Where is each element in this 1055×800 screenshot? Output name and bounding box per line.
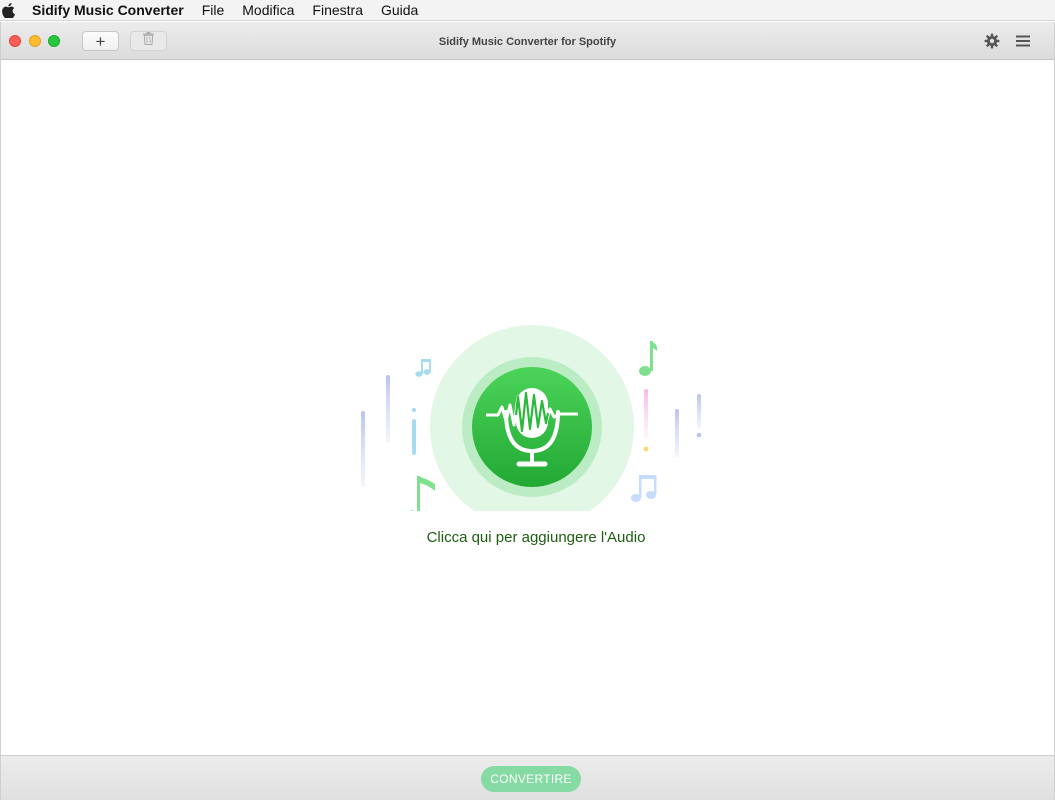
microphone-waveform-icon [361, 325, 702, 511]
main-content: Clicca qui per aggiungere l'Audio [1, 61, 1054, 755]
menu-guida[interactable]: Guida [381, 2, 418, 18]
window-title: Sidify Music Converter for Spotify [438, 36, 617, 48]
gear-icon[interactable] [983, 32, 1001, 50]
hamburger-menu-icon[interactable] [1014, 32, 1032, 50]
apple-icon[interactable] [2, 2, 18, 18]
add-audio-label: Clicca qui per aggiungere l'Audio [426, 529, 646, 546]
app-window: + Sidify Music Converter for Spotify Cli… [0, 22, 1055, 800]
add-audio-area[interactable]: Clicca qui per aggiungere l'Audio [356, 301, 716, 551]
menu-modifica[interactable]: Modifica [242, 2, 294, 18]
menu-bar: Sidify Music Converter File Modifica Fin… [0, 0, 1055, 21]
convert-button[interactable]: CONVERTIRE [481, 766, 581, 792]
menu-file[interactable]: File [202, 2, 225, 18]
app-menu[interactable]: Sidify Music Converter [32, 2, 184, 18]
title-bar: + Sidify Music Converter for Spotify [1, 22, 1054, 60]
menu-finestra[interactable]: Finestra [312, 2, 363, 18]
footer-bar: CONVERTIRE [1, 755, 1054, 800]
